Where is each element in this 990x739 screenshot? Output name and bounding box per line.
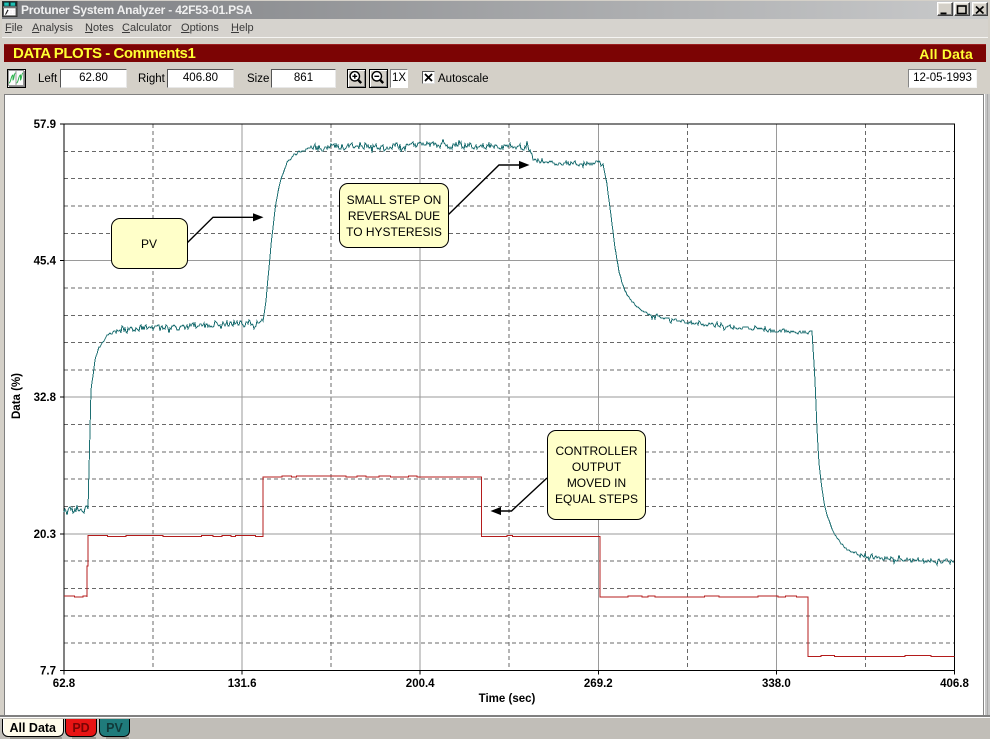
svg-text:45.4: 45.4 (34, 256, 57, 268)
svg-text:57.9: 57.9 (34, 119, 56, 131)
svg-text:32.8: 32.8 (34, 392, 57, 404)
svg-text:Time (sec): Time (sec) (479, 693, 536, 705)
svg-text:131.6: 131.6 (228, 678, 257, 690)
svg-text:406.8: 406.8 (940, 678, 969, 690)
svg-text:338.0: 338.0 (762, 678, 791, 690)
svg-text:20.3: 20.3 (34, 529, 56, 541)
svg-text:Data (%): Data (%) (11, 373, 23, 419)
svg-text:7.7: 7.7 (40, 666, 56, 678)
svg-text:200.4: 200.4 (406, 678, 435, 690)
svg-text:62.8: 62.8 (53, 678, 76, 690)
svg-text:269.2: 269.2 (584, 678, 613, 690)
